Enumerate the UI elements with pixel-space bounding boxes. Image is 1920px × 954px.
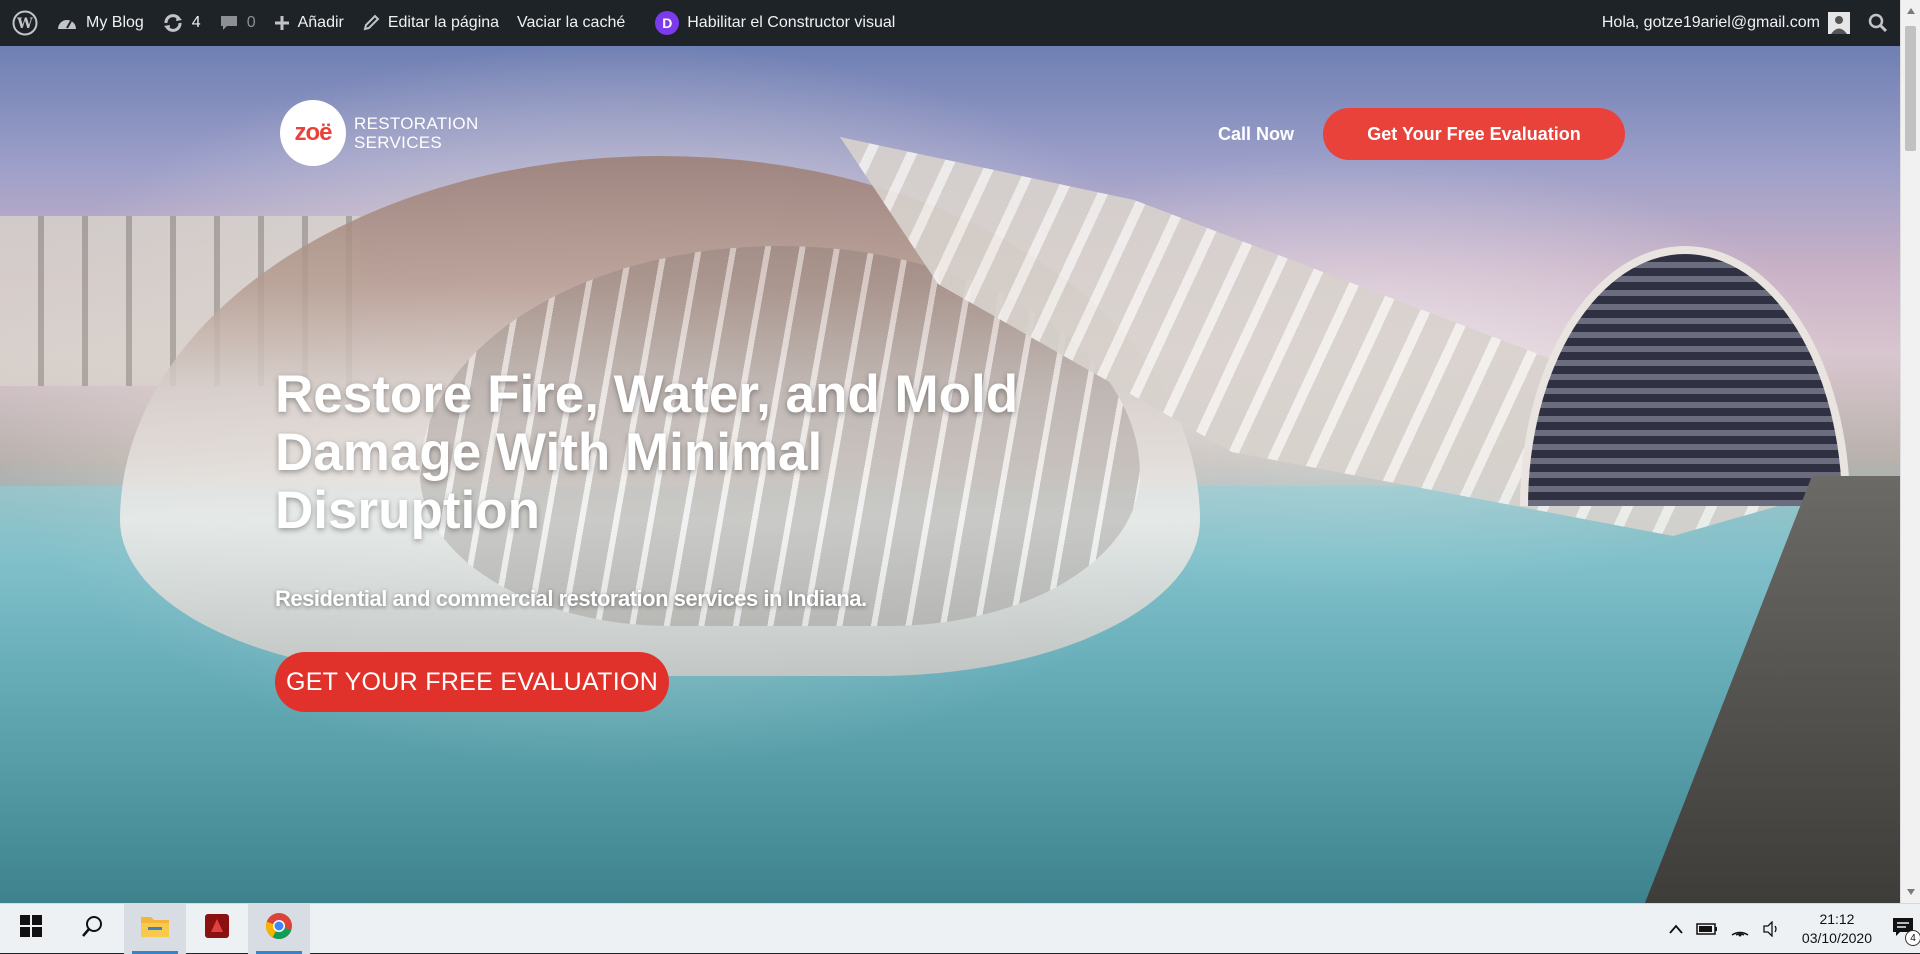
svg-text:W: W <box>16 16 33 32</box>
updates-count: 4 <box>191 14 201 31</box>
wp-admin-bar: W My Blog 4 0 Añadir Editar la página Va… <box>0 0 1900 46</box>
folder-icon <box>140 913 170 944</box>
taskbar-search-button[interactable] <box>62 904 124 954</box>
volume-icon[interactable] <box>1762 920 1782 937</box>
divi-icon: D <box>655 11 680 35</box>
battery-icon[interactable] <box>1696 922 1718 936</box>
edit-page-link[interactable]: Editar la página <box>353 0 508 46</box>
hero-section: zoë RESTORATION SERVICES Call Now Get Yo… <box>0 46 1900 903</box>
visual-builder-link[interactable]: D Habilitar el Constructor visual <box>646 0 904 46</box>
page-scrollbar[interactable] <box>1900 0 1920 903</box>
hero-evaluation-button[interactable]: GET YOUR FREE EVALUATION <box>275 652 669 712</box>
logo-line-2: SERVICES <box>354 133 443 152</box>
hero-title: Restore Fire, Water, and Mold Damage Wit… <box>275 365 1019 540</box>
avatar <box>1828 12 1850 34</box>
comments-link[interactable]: 0 <box>210 0 265 46</box>
notification-count-badge: 4 <box>1905 930 1920 946</box>
dashboard-icon <box>56 13 78 33</box>
my-account-link[interactable]: Hola, gotze19ariel@gmail.com <box>1593 0 1859 46</box>
app-icon <box>203 912 231 945</box>
add-new-link[interactable]: Añadir <box>265 0 353 46</box>
pencil-icon <box>362 14 380 32</box>
wifi-icon[interactable] <box>1730 921 1750 937</box>
clear-cache-label: Vaciar la caché <box>517 14 626 31</box>
adminbar-search-button[interactable] <box>1859 0 1900 46</box>
plus-icon <box>274 15 290 31</box>
scrollbar-thumb[interactable] <box>1905 26 1916 151</box>
call-now-link[interactable]: Call Now <box>1218 124 1294 145</box>
chrome-button[interactable] <box>248 903 310 954</box>
hero-subtitle: Residential and commercial restoration s… <box>275 586 867 611</box>
visual-builder-label: Habilitar el Constructor visual <box>687 14 896 31</box>
scroll-up-arrow-icon[interactable] <box>1907 8 1915 14</box>
site-logo[interactable]: zoë RESTORATION SERVICES <box>280 100 479 166</box>
clock-time: 21:12 <box>1819 910 1855 927</box>
clear-cache-link[interactable]: Vaciar la caché <box>508 0 634 46</box>
comment-icon <box>219 13 239 33</box>
app-button[interactable] <box>186 904 248 954</box>
system-clock[interactable]: 21:12 03/10/2020 <box>1802 910 1872 948</box>
wordpress-icon: W <box>12 10 38 36</box>
scroll-down-arrow-icon[interactable] <box>1907 889 1915 895</box>
action-center-button[interactable]: 4 <box>1892 917 1920 946</box>
start-button[interactable] <box>0 904 62 954</box>
add-new-label: Añadir <box>297 14 344 31</box>
chevron-up-icon[interactable] <box>1668 923 1684 935</box>
wordpress-logo-button[interactable]: W <box>0 0 47 46</box>
file-explorer-button[interactable] <box>124 903 186 954</box>
edit-page-label: Editar la página <box>387 14 500 31</box>
header-evaluation-button[interactable]: Get Your Free Evaluation <box>1323 108 1625 160</box>
site-name-link[interactable]: My Blog <box>47 0 153 46</box>
search-icon <box>82 915 104 942</box>
greeting-label: Hola, gotze19ariel@gmail.com <box>1601 14 1820 31</box>
clock-date: 03/10/2020 <box>1801 929 1872 946</box>
logo-mark: zoë <box>280 100 346 166</box>
adminbar-right: Hola, gotze19ariel@gmail.com <box>1593 0 1900 46</box>
chrome-icon <box>265 912 293 945</box>
logo-line-1: RESTORATION <box>354 114 479 133</box>
logo-text: RESTORATION SERVICES <box>354 114 479 152</box>
search-icon <box>1868 13 1888 33</box>
windows-taskbar: 21:12 03/10/2020 4 <box>0 903 1920 954</box>
windows-icon <box>20 915 42 942</box>
site-name-label: My Blog <box>86 14 144 31</box>
system-tray: 21:12 03/10/2020 4 <box>1662 904 1920 954</box>
comments-count: 0 <box>246 14 256 31</box>
updates-icon <box>162 13 184 33</box>
updates-link[interactable]: 4 <box>153 0 210 46</box>
